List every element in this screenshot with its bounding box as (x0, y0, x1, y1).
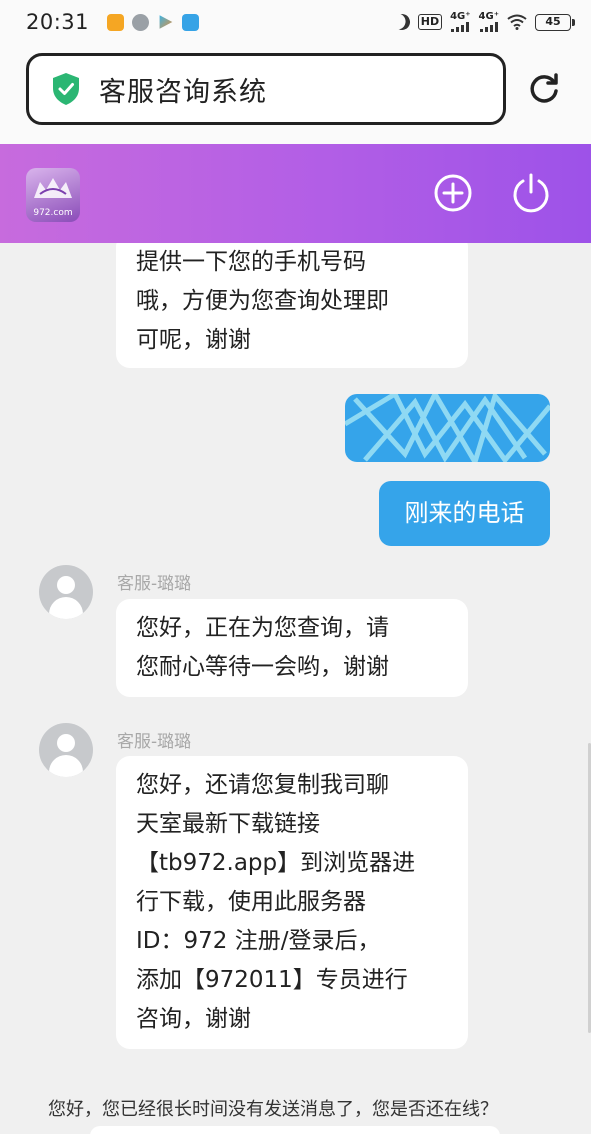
message-line: 您好，还请您复制我司聊 (136, 772, 389, 798)
weibo-icon (107, 13, 125, 31)
hd-icon: HD (417, 14, 443, 30)
agent-message-bubble: 您好，还请您复制我司聊 天室最新下载链接 【tb972.app】到浏览器进 行下… (116, 756, 468, 1049)
message-line: 您好，正在为您查询，请 (136, 615, 389, 641)
message-line: 提供一下您的手机号码 (136, 249, 366, 275)
user-message-bubble: 刚来的电话 (379, 481, 550, 546)
play-icon (159, 15, 173, 29)
pegasus-logo-icon (34, 178, 72, 198)
app-badge-icon (182, 13, 200, 31)
message-line: 添加【972011】专员进行 (136, 967, 408, 993)
sender-name: 客服-璐璐 (117, 574, 192, 594)
message-text: 刚来的电话 (404, 499, 525, 527)
page-title: 客服咨询系统 (99, 76, 267, 108)
status-time: 20:31 (26, 10, 90, 34)
power-icon[interactable] (510, 172, 552, 214)
plus-circle-icon[interactable] (432, 172, 474, 214)
message-line: ID：972 注册/登录后， (136, 928, 381, 954)
message-input[interactable] (90, 1126, 500, 1134)
message-line: 咨询，谢谢 (136, 1006, 251, 1032)
status-bar: 20:31 HD 4G⁺ 4G⁺ 45 (0, 0, 591, 44)
signal-2-icon: 4G⁺ (479, 12, 499, 32)
message-line: 可呢，谢谢 (136, 327, 251, 353)
message-line: 行下载，使用此服务器 (136, 889, 366, 915)
signal-1-icon: 4G⁺ (450, 12, 471, 32)
address-bar[interactable]: 客服咨询系统 (26, 53, 506, 125)
wifi-icon (507, 14, 527, 30)
message-line: 哦，方便为您查询处理即 (136, 288, 389, 314)
message-line: 天室最新下载链接 (136, 811, 320, 837)
agent-message-bubble: 您好，正在为您查询，请 您耐心等待一会哟，谢谢 (116, 599, 468, 697)
user-message-redacted (345, 394, 550, 462)
scribble-redaction (345, 394, 550, 462)
wechat-icon (132, 13, 150, 31)
system-message: 您好，您已经很长时间没有发送消息了，您是否还在线？ (48, 1099, 498, 1120)
browser-bar: 客服咨询系统 (0, 44, 591, 144)
agent-avatar (39, 565, 93, 619)
agent-message-bubble: 提供一下您的手机号码 哦，方便为您查询处理即 可呢，谢谢 (116, 243, 468, 368)
agent-avatar (39, 723, 93, 777)
message-line: 您耐心等待一会哟，谢谢 (136, 654, 389, 680)
shield-check-icon (53, 73, 79, 105)
battery-icon: 45 (535, 13, 575, 31)
do-not-disturb-icon (391, 12, 412, 33)
app-header: 972.com (0, 144, 591, 243)
logo-text: 972.com (33, 208, 73, 218)
chat-area[interactable]: 提供一下您的手机号码 哦，方便为您查询处理即 可呢，谢谢 刚来的电话 客服-璐璐… (0, 243, 591, 1134)
message-line: 【tb972.app】到浏览器进 (136, 850, 416, 876)
brand-logo: 972.com (26, 168, 80, 222)
sender-name: 客服-璐璐 (117, 732, 192, 752)
reload-icon[interactable] (527, 72, 561, 106)
notification-icons (107, 13, 200, 31)
